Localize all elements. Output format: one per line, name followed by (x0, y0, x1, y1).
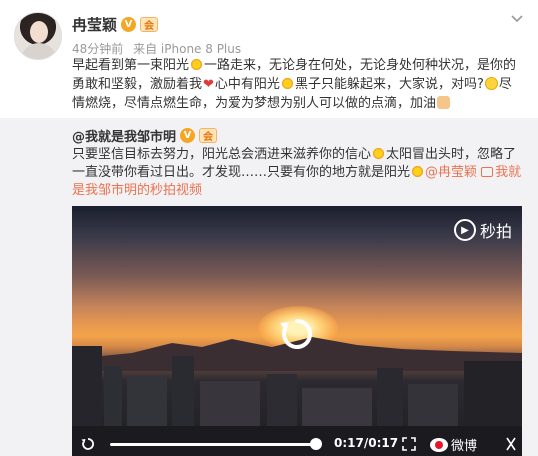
sun-emoji-icon (190, 58, 204, 71)
mention-link[interactable]: @冉莹颖 (425, 165, 477, 180)
close-icon[interactable] (504, 436, 518, 452)
heart-emoji-icon: ❤ (203, 77, 214, 92)
sun-emoji-icon (372, 147, 386, 160)
watermark-label: 秒拍 (479, 222, 512, 241)
sun-emoji-icon (280, 77, 294, 90)
post-text-part: 黑子只能躲起来，大家说，对吗? (294, 77, 484, 92)
post-meta: 48分钟前 来自 iPhone 8 Plus (72, 40, 241, 57)
post-text: 早起看到第一束阳光 一路走来，无论身在何处，无论身处何种状况，是你的勇敢和坚毅，激… (72, 56, 524, 113)
muscle-emoji-icon (437, 96, 451, 109)
username[interactable]: 冉莹颖 (72, 14, 117, 35)
weibo-eye-icon (430, 437, 448, 452)
replay-small-icon[interactable] (80, 436, 96, 452)
avatar[interactable] (14, 12, 62, 60)
post-time[interactable]: 48分钟前 (72, 42, 123, 56)
member-badge-icon[interactable]: 会 (140, 17, 159, 32)
fullscreen-icon[interactable] (402, 437, 416, 451)
replay-icon[interactable] (277, 314, 317, 354)
weibo-logo: 微博 (430, 435, 477, 454)
post-text-part: 早起看到第一束阳光 (72, 58, 190, 73)
repost-text-part: 只要坚信目标去努力，阳光总会洒进来滋养你的信心 (72, 147, 372, 162)
play-circle-icon: ▶ (453, 219, 476, 241)
post-header: 冉莹颖 V 会 (72, 14, 159, 35)
video-link-icon (481, 167, 494, 177)
progress-bar[interactable] (110, 443, 320, 446)
post-text-part: 心中有阳光 (214, 77, 280, 92)
progress-knob[interactable] (310, 438, 322, 450)
sun-emoji-icon (411, 165, 425, 178)
vip-badge-icon: V (121, 17, 137, 32)
miaopai-watermark: ▶ 秒拍 (453, 218, 512, 242)
video-controls: 0:17/0:17 微博 (72, 432, 522, 456)
smile-emoji-icon (484, 77, 498, 90)
post-source: 来自 iPhone 8 Plus (133, 42, 242, 56)
repost-block: @我就是我邹市明 V 会 只要坚信目标去努力，阳光总会洒进来滋养你的信心 太阳冒出… (0, 118, 538, 456)
video-player[interactable]: ▶ 秒拍 0:17/0:17 微博 (72, 206, 522, 456)
chevron-down-icon[interactable] (510, 12, 524, 26)
weibo-post: 冉莹颖 V 会 48分钟前 来自 iPhone 8 Plus 早起看到第一束阳光… (0, 0, 538, 456)
vip-badge-icon: V (180, 128, 196, 143)
repost-username[interactable]: @我就是我邹市明 (72, 126, 176, 145)
member-badge-icon[interactable]: 会 (199, 128, 218, 143)
video-time: 0:17/0:17 (334, 436, 399, 450)
weibo-brand-label: 微博 (451, 439, 478, 454)
repost-text: 只要坚信目标去努力，阳光总会洒进来滋养你的信心 太阳冒出头时，忽略了一直没带你看过… (72, 146, 524, 200)
repost-header: @我就是我邹市明 V 会 (72, 126, 218, 145)
